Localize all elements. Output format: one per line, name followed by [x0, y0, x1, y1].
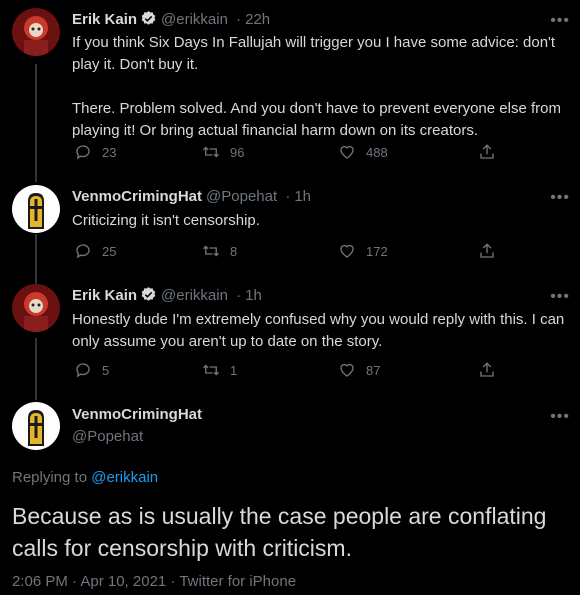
share-icon	[480, 144, 494, 159]
tweet-actions: 23 96 488	[72, 143, 502, 163]
reply-icon	[76, 145, 90, 160]
tweet[interactable]: Erik Kain @erikkain · 1h ••• Honestly dude…	[0, 272, 580, 392]
avatar[interactable]	[12, 284, 60, 332]
tweet-text: If you think Six Days In Fallujah will t…	[72, 34, 561, 139]
retweet-icon	[203, 364, 219, 376]
avatar[interactable]	[12, 8, 60, 56]
tweet-meta: 2:06 PM · Apr 10, 2021 · Twitter for iPh…	[12, 573, 297, 590]
share-icon	[480, 362, 494, 377]
retweet-count: 1	[230, 362, 238, 378]
share-button[interactable]	[478, 143, 496, 161]
share-button[interactable]	[478, 242, 496, 260]
reply-count: 5	[102, 362, 110, 378]
tweet[interactable]: VenmoCrimingHat @Popehat · 1h ••• Criticiz…	[0, 175, 580, 272]
tweet-header: VenmoCrimingHat @Popehat · 1h	[72, 188, 311, 205]
verified-icon	[140, 286, 157, 307]
tweet-text: Honestly dude I'm extremely confused why…	[72, 311, 565, 350]
like-count: 488	[366, 144, 388, 160]
retweet-button[interactable]: 96	[202, 143, 244, 161]
more-icon[interactable]: •••	[550, 189, 570, 207]
like-icon	[340, 244, 354, 258]
retweet-button[interactable]: 8	[202, 242, 237, 260]
display-name[interactable]: VenmoCrimingHat	[72, 406, 202, 423]
tweet[interactable]: Erik Kain @erikkain · 22h ••• If you think…	[0, 0, 580, 175]
dot-separator: ·	[236, 287, 242, 304]
verified-icon	[140, 10, 157, 31]
retweet-icon	[203, 245, 219, 257]
reply-icon	[76, 244, 90, 259]
like-icon	[340, 363, 354, 377]
handle[interactable]: @erikkain	[161, 11, 228, 28]
replying-label: Replying to	[12, 469, 88, 486]
main-tweet[interactable]: VenmoCrimingHat @Popehat ••• Replying to…	[0, 392, 580, 595]
like-button[interactable]: 488	[338, 143, 388, 161]
more-icon[interactable]: •••	[550, 12, 570, 30]
handle[interactable]: @Popehat	[72, 428, 143, 445]
timestamp[interactable]: 1h	[294, 188, 311, 205]
more-icon[interactable]: •••	[550, 288, 570, 306]
avatar[interactable]	[12, 185, 60, 233]
tweet-header: Erik Kain @erikkain · 22h	[72, 10, 270, 31]
timestamp[interactable]: 22h	[245, 11, 270, 28]
replying-to: Replying to @erikkain	[12, 469, 158, 486]
tweet-actions: 25 8 172	[72, 242, 502, 262]
handle[interactable]: @Popehat	[206, 188, 277, 205]
dot-separator: ·	[285, 188, 291, 205]
like-button[interactable]: 172	[338, 242, 388, 260]
reply-count: 25	[102, 243, 117, 259]
display-name[interactable]: Erik Kain	[72, 11, 137, 28]
like-icon	[340, 145, 354, 159]
reply-button[interactable]: 23	[74, 143, 116, 161]
tweet-text: Criticizing it isn't censorship.	[72, 212, 260, 229]
reply-button[interactable]: 25	[74, 242, 116, 260]
display-name[interactable]: VenmoCrimingHat	[72, 188, 202, 205]
share-icon	[480, 243, 494, 258]
reply-count: 23	[102, 144, 117, 160]
like-count: 87	[366, 362, 381, 378]
retweet-button[interactable]: 1	[202, 361, 237, 379]
handle[interactable]: @erikkain	[161, 287, 228, 304]
tweet-header: Erik Kain @erikkain · 1h	[72, 286, 262, 307]
reply-button[interactable]: 5	[74, 361, 109, 379]
share-button[interactable]	[478, 361, 496, 379]
avatar[interactable]	[12, 402, 60, 450]
timestamp[interactable]: 1h	[245, 287, 262, 304]
replying-to-link[interactable]: @erikkain	[91, 469, 158, 486]
main-tweet-text: Because as is usually the case people ar…	[12, 503, 547, 561]
like-button[interactable]: 87	[338, 361, 380, 379]
tweet-actions: 5 1 87	[72, 361, 502, 381]
like-count: 172	[366, 243, 388, 259]
display-name[interactable]: Erik Kain	[72, 287, 137, 304]
reply-icon	[76, 363, 90, 378]
retweet-icon	[203, 146, 219, 158]
more-icon[interactable]: •••	[550, 408, 570, 426]
dot-separator: ·	[236, 11, 242, 28]
retweet-count: 96	[230, 144, 245, 160]
retweet-count: 8	[230, 243, 238, 259]
